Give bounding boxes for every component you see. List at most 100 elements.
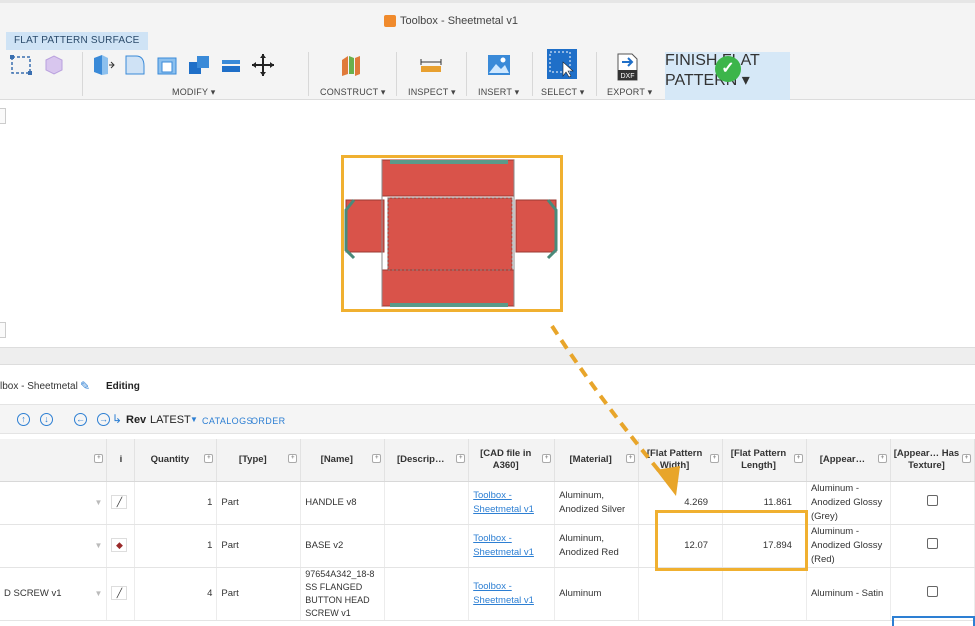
filter-icon[interactable]: + (877, 454, 887, 463)
press-pull-icon[interactable] (90, 52, 116, 78)
construct-menu[interactable]: CONSTRUCT ▾ (320, 87, 386, 98)
shell-icon[interactable] (154, 52, 180, 78)
flat-top-flap (381, 159, 515, 197)
move-icon[interactable] (250, 52, 276, 78)
split-body-icon[interactable] (218, 52, 244, 78)
row-material: Aluminum, Anodized Silver (554, 481, 640, 525)
insert-image-icon[interactable] (486, 52, 512, 78)
move-up-icon[interactable]: ↑ (17, 413, 30, 426)
texture-checkbox[interactable] (926, 494, 938, 506)
catalogs-link[interactable]: CATALOGS (202, 416, 253, 426)
texture-checkbox[interactable] (926, 585, 938, 597)
construct-plane-icon[interactable] (338, 52, 364, 78)
texture-checkbox[interactable] (926, 537, 938, 549)
filter-icon[interactable]: + (542, 454, 552, 463)
row-quantity[interactable]: 4 (134, 567, 218, 621)
create-form-icon[interactable] (40, 52, 66, 78)
flat-bottom-edge (390, 303, 508, 307)
table-row[interactable]: D SCREW v1 ▼ ╱ 4 Part 97654A342_18-8 SS … (0, 567, 975, 621)
filter-icon[interactable]: + (793, 454, 803, 463)
row-appearance: Aluminum - Satin (806, 567, 891, 621)
table-row[interactable]: ▼ ╱ 1 Part HANDLE v8 Toolbox - Sheetmeta… (0, 481, 975, 525)
col-header-name-left[interactable]: + (0, 439, 108, 482)
flat-base (387, 197, 513, 271)
row-type: Part (216, 567, 302, 621)
row-cad-file[interactable]: Toolbox - Sheetmetal v1 (468, 481, 556, 525)
separator (596, 52, 597, 96)
finish-flat-pattern-button[interactable]: ✓ FINISH FLAT PATTERN ▾ (665, 52, 790, 100)
select-icon[interactable] (546, 48, 578, 80)
insert-menu[interactable]: INSERT ▾ (478, 87, 519, 98)
design-canvas[interactable] (0, 100, 975, 347)
tab-flat-pattern-surface[interactable]: FLAT PATTERN SURFACE (6, 32, 148, 50)
filter-icon[interactable]: + (962, 454, 971, 463)
move-down-icon[interactable]: ↓ (40, 413, 53, 426)
row-description[interactable] (384, 567, 470, 621)
row-name: HANDLE v8 (300, 481, 386, 525)
separator (308, 52, 309, 96)
panel-splitter[interactable] (0, 347, 975, 365)
col-header-description[interactable]: [Descrip… + (384, 439, 470, 482)
filter-icon[interactable]: + (94, 454, 104, 463)
row-quantity[interactable]: 1 (134, 524, 218, 568)
row-quantity[interactable]: 1 (134, 481, 218, 525)
row-has-texture[interactable] (890, 567, 975, 621)
combine-icon[interactable] (186, 52, 212, 78)
cad-file-link[interactable]: Toolbox - Sheetmetal v1 (473, 533, 534, 558)
cad-file-link[interactable]: Toolbox - Sheetmetal v1 (473, 490, 534, 515)
row-cad-file[interactable]: Toolbox - Sheetmetal v1 (468, 567, 556, 621)
back-icon[interactable]: ← (74, 413, 87, 426)
rev-select[interactable]: LATEST (150, 414, 191, 426)
filter-icon[interactable]: + (456, 454, 466, 463)
app-cube-icon (384, 15, 396, 27)
inspect-menu[interactable]: INSPECT ▾ (408, 87, 456, 98)
row-flat-length: 17.894 (722, 524, 807, 568)
col-header-appearance[interactable]: [Appear… + (806, 439, 891, 482)
row-description[interactable] (384, 524, 470, 568)
col-header-quantity[interactable]: Quantity + (134, 439, 218, 482)
col-header-cad-file[interactable]: [CAD file in A360] + (468, 439, 556, 482)
window-title: Toolbox - Sheetmetal v1 (384, 15, 518, 27)
order-link[interactable]: ORDER (251, 416, 286, 426)
flat-pattern-drawing[interactable] (344, 158, 560, 309)
cad-file-link[interactable]: Toolbox - Sheetmetal v1 (473, 581, 534, 606)
filter-icon[interactable]: + (204, 454, 214, 463)
expand-triangle-icon[interactable]: ▼ (95, 587, 103, 601)
filter-icon[interactable]: + (372, 454, 382, 463)
forward-icon[interactable]: → (97, 413, 110, 426)
col-header-material[interactable]: [Material] + (554, 439, 640, 482)
row-has-texture[interactable] (890, 481, 975, 525)
select-menu[interactable]: SELECT ▾ (541, 87, 584, 98)
col-header-flat-width[interactable]: [Flat Pattern Width] + (638, 439, 724, 482)
table-row[interactable]: ▼ ◆ 1 Part BASE v2 Toolbox - Sheetmetal … (0, 524, 975, 568)
expand-triangle-icon[interactable]: ▼ (95, 498, 103, 507)
dxf-export-icon[interactable]: DXF (614, 52, 640, 81)
col-header-flat-length[interactable]: [Flat Pattern Length] + (722, 439, 807, 482)
row-description[interactable] (384, 481, 470, 525)
canvas-left-handle[interactable] (0, 322, 6, 338)
sketch-rect-icon[interactable] (8, 52, 34, 78)
row-has-texture[interactable] (890, 524, 975, 568)
col-header-type[interactable]: [Type] + (216, 439, 302, 482)
rev-dropdown-icon[interactable]: ▼ (190, 415, 198, 424)
flat-left-flap (345, 199, 385, 253)
expand-triangle-icon[interactable]: ▼ (95, 541, 103, 550)
filter-icon[interactable]: + (710, 454, 720, 463)
row-cad-file[interactable]: Toolbox - Sheetmetal v1 (468, 524, 556, 568)
filter-icon[interactable]: + (626, 454, 636, 463)
separator (532, 52, 533, 96)
row-material: Aluminum (554, 567, 640, 621)
fillet-icon[interactable] (122, 52, 148, 78)
measure-icon[interactable] (418, 52, 444, 78)
edit-pencil-icon[interactable]: ✎ (80, 379, 90, 393)
modify-menu[interactable]: MODIFY ▾ (172, 87, 215, 98)
row-name: 97654A342_18-8 SS FLANGED BUTTON HEAD SC… (300, 567, 386, 621)
col-header-has-texture[interactable]: [Appear… Has Texture] + (890, 439, 975, 482)
filter-icon[interactable]: + (288, 454, 298, 463)
export-menu[interactable]: EXPORT ▾ (607, 87, 652, 98)
separator (396, 52, 397, 96)
col-header-name[interactable]: [Name] + (300, 439, 386, 482)
flat-top-edge (390, 160, 508, 164)
canvas-left-handle[interactable] (0, 108, 6, 124)
col-header-info[interactable]: i (106, 439, 136, 482)
